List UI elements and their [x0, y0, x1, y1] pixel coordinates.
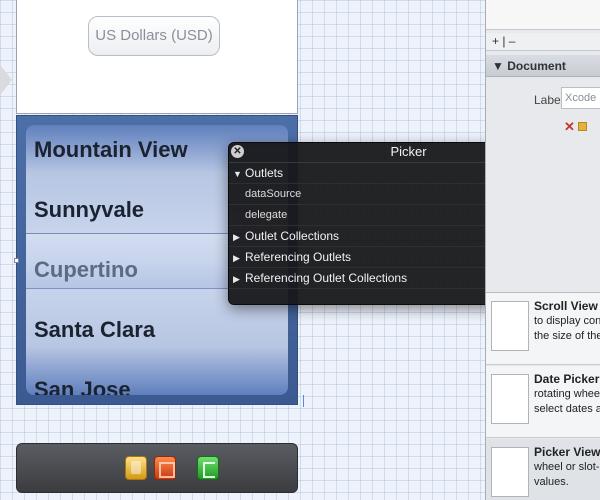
currency-button[interactable]: US Dollars (USD) — [88, 16, 220, 56]
picker-row[interactable]: Sunnyvale — [34, 197, 144, 223]
disclosure-right-icon[interactable]: ▶ — [233, 269, 245, 289]
picker-row[interactable]: Mountain View — [34, 137, 188, 163]
entry-point-arrow — [0, 62, 12, 98]
color-swatch-icon[interactable] — [578, 122, 587, 131]
resize-handle-left[interactable] — [14, 258, 19, 263]
pane-top-bar — [486, 0, 600, 30]
picker-row-selected[interactable]: Cupertino — [34, 257, 138, 283]
disclosure-down-icon[interactable]: ▼ — [492, 59, 507, 73]
picker-row[interactable]: San Jose — [34, 377, 131, 395]
date-picker-icon — [491, 374, 529, 424]
view-controller-top[interactable]: US Dollars (USD) — [16, 0, 298, 114]
add-remove-bar[interactable]: + | – — [486, 33, 600, 51]
library-item-scroll-view[interactable]: Scroll View to display cont the size of … — [486, 293, 600, 365]
document-section-header[interactable]: ▼ Document — [486, 55, 600, 77]
disclosure-right-icon[interactable]: ▶ — [233, 227, 245, 247]
library-item-date-picker[interactable]: Date Picker rotating wheels select dates… — [486, 366, 600, 438]
first-responder-cube-icon[interactable] — [125, 456, 147, 480]
selection-guide — [303, 395, 304, 407]
label-caption: Label — [534, 93, 564, 107]
label-field[interactable]: Xcode S — [561, 87, 600, 109]
exit-icon[interactable] — [197, 456, 219, 480]
clear-color-icon[interactable]: ✕ — [564, 119, 575, 135]
close-icon[interactable]: ✕ — [231, 145, 244, 158]
scroll-view-icon — [491, 301, 529, 351]
picker-row[interactable]: Santa Clara — [34, 317, 155, 343]
library-item-picker-view[interactable]: Picker View wheel or slot-r values. — [486, 439, 600, 500]
object-box-icon[interactable] — [154, 456, 176, 480]
scene-dock — [16, 443, 298, 493]
utility-pane: + | – ▼ Document Label Xcode S ✕ Scroll … — [485, 0, 600, 500]
disclosure-down-icon[interactable]: ▼ — [233, 164, 245, 184]
disclosure-right-icon[interactable]: ▶ — [233, 248, 245, 268]
popover-title: Picker — [390, 144, 427, 159]
picker-view-icon — [491, 447, 529, 497]
